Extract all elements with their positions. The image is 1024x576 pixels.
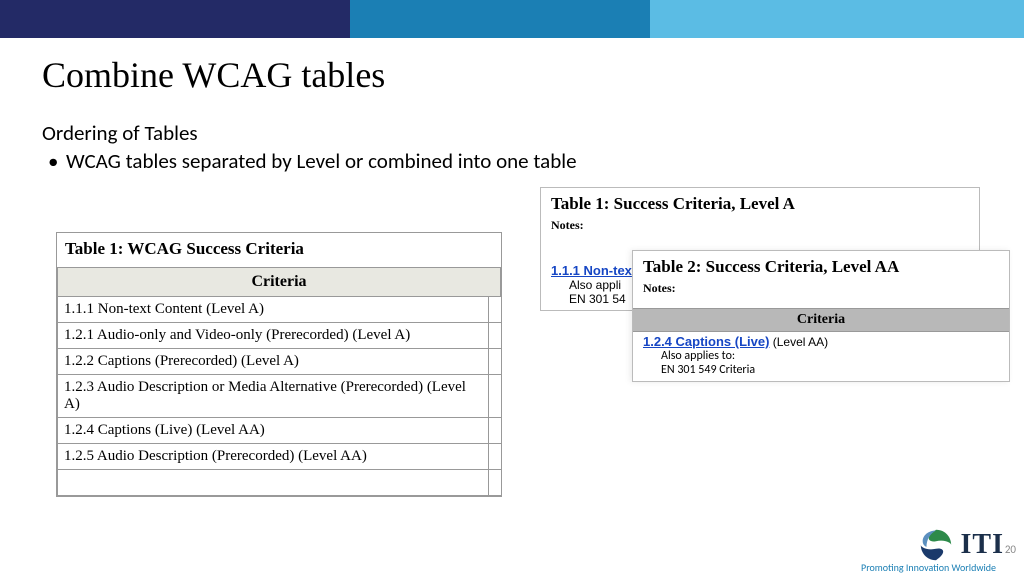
combined-table: Criteria 1.1.1 Non-text Content (Level A… (57, 267, 501, 496)
iti-brand-text: ITI (961, 529, 1004, 561)
footer-tagline: Promoting Innovation Worldwide (861, 561, 996, 574)
level-a-title: Table 1: Success Criteria, Level A (541, 188, 979, 216)
combined-table-header: Criteria (58, 268, 501, 297)
table-row: 1.2.3 Audio Description or Media Alterna… (58, 375, 501, 418)
level-aa-notes-label: Notes: (633, 279, 1009, 308)
table-row: 1.2.2 Captions (Prerecorded) (Level A) (58, 349, 501, 375)
criteria-cell: 1.2.5 Audio Description (Prerecorded) (L… (58, 444, 489, 470)
body-heading: Ordering of Tables (42, 120, 198, 146)
bar-segment-teal (350, 0, 650, 38)
table-row (58, 470, 501, 496)
level-aa-sub2: EN 301 549 Criteria (633, 363, 1009, 381)
criteria-cell: 1.2.2 Captions (Prerecorded) (Level A) (58, 349, 489, 375)
bar-segment-navy (0, 0, 350, 38)
globe-swirl-icon (917, 526, 955, 564)
table-row: 1.2.5 Audio Description (Prerecorded) (L… (58, 444, 501, 470)
bullet-dot-icon: • (48, 148, 66, 174)
level-aa-sub1: Also applies to: (633, 349, 1009, 363)
bullet-row: •WCAG tables separated by Level or combi… (48, 148, 577, 174)
criteria-cell (58, 470, 489, 496)
level-a-notes-label: Notes: (541, 216, 979, 245)
level-aa-link[interactable]: 1.2.4 Captions (Live) (643, 334, 769, 349)
footer: ITI (917, 526, 1004, 564)
level-aa-panel: Table 2: Success Criteria, Level AA Note… (632, 250, 1010, 382)
page-number: 20 (1005, 543, 1016, 556)
table-row: 1.2.1 Audio-only and Video-only (Prereco… (58, 323, 501, 349)
iti-logo: ITI (917, 526, 1004, 564)
criteria-cell: 1.2.4 Captions (Live) (Level AA) (58, 418, 489, 444)
bullet-text: WCAG tables separated by Level or combin… (66, 148, 577, 174)
criteria-cell: 1.1.1 Non-text Content (Level A) (58, 297, 489, 323)
criteria-cell: 1.2.3 Audio Description or Media Alterna… (58, 375, 489, 418)
slide: Combine WCAG tables Ordering of Tables •… (0, 0, 1024, 576)
criteria-cell: 1.2.1 Audio-only and Video-only (Prereco… (58, 323, 489, 349)
level-aa-level: (Level AA) (769, 335, 828, 349)
top-color-bar (0, 0, 1024, 38)
combined-table-title: Table 1: WCAG Success Criteria (57, 233, 501, 267)
bar-segment-sky (650, 0, 1024, 38)
combined-table-panel: Table 1: WCAG Success Criteria Criteria … (56, 232, 502, 497)
table-row: 1.2.4 Captions (Live) (Level AA) (58, 418, 501, 444)
level-aa-criteria-header: Criteria (633, 308, 1009, 332)
level-aa-title: Table 2: Success Criteria, Level AA (633, 251, 1009, 279)
level-aa-row: 1.2.4 Captions (Live) (Level AA) (633, 332, 1009, 349)
slide-title: Combine WCAG tables (42, 54, 385, 96)
table-row: 1.1.1 Non-text Content (Level A) (58, 297, 501, 323)
